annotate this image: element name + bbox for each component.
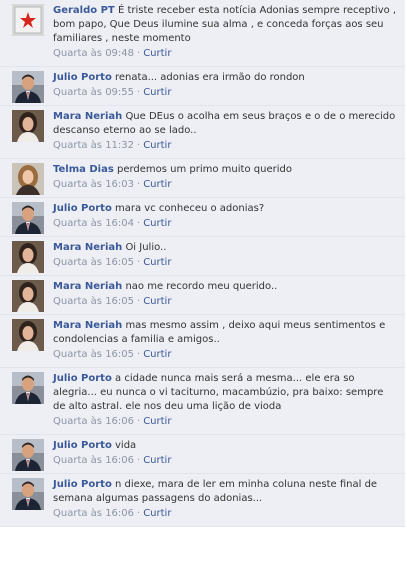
separator: ·: [137, 48, 141, 59]
separator: ·: [137, 218, 141, 229]
comment-text: Telma Dias perdemos um primo muito queri…: [53, 163, 399, 177]
comment-meta: Quarta às 09:55 · Curtir: [53, 86, 399, 100]
man-suit-avatar[interactable]: [12, 71, 44, 103]
author-link[interactable]: Julio Porto: [53, 440, 112, 451]
comment: Julio Porto vida Quarta às 16:06 · Curtir: [0, 435, 405, 474]
comment: Julio Porto n diexe, mara de ler em minh…: [0, 474, 405, 527]
comment: Mara Neriah mas mesmo assim , deixo aqui…: [0, 315, 405, 368]
timestamp[interactable]: Quarta às 11:32: [53, 140, 134, 151]
comment-body: perdemos um primo muito querido: [116, 164, 292, 175]
like-link[interactable]: Curtir: [143, 296, 171, 307]
author-link[interactable]: Julio Porto: [53, 373, 112, 384]
author-link[interactable]: Mara Neriah: [53, 242, 122, 253]
comment: Mara Neriah Oi Julio.. Quarta às 16:05 · C…: [0, 237, 405, 276]
author-link[interactable]: Mara Neriah: [53, 281, 122, 292]
comment-text: Julio Porto n diexe, mara de ler em minh…: [53, 478, 399, 506]
comment-body: mara vc conheceu o adonias?: [115, 203, 265, 214]
woman-avatar[interactable]: [12, 241, 44, 273]
author-link[interactable]: Mara Neriah: [53, 320, 122, 331]
timestamp[interactable]: Quarta às 16:06: [53, 455, 134, 466]
comment-meta: Quarta às 16:06 · Curtir: [53, 415, 399, 429]
comment-text: Julio Porto mara vc conheceu o adonias?: [53, 202, 399, 216]
timestamp[interactable]: Quarta às 16:04: [53, 218, 134, 229]
comment: Telma Dias perdemos um primo muito queri…: [0, 159, 405, 198]
timestamp[interactable]: Quarta às 09:55: [53, 87, 134, 98]
comment-text: Geraldo PT É triste receber esta notícia…: [53, 4, 399, 46]
separator: ·: [137, 416, 141, 427]
man-suit-avatar[interactable]: [12, 478, 44, 510]
comment: Julio Porto mara vc conheceu o adonias? …: [0, 198, 405, 237]
like-link[interactable]: Curtir: [143, 48, 171, 59]
woman-avatar[interactable]: [12, 280, 44, 312]
comment: Julio Porto renata... adonias era irmão …: [0, 67, 405, 106]
comment: Mara Neriah nao me recordo meu querido..…: [0, 276, 405, 315]
like-link[interactable]: Curtir: [143, 140, 171, 151]
comment-body: vida: [115, 440, 137, 451]
timestamp[interactable]: Quarta às 16:06: [53, 508, 134, 519]
comment-meta: Quarta às 16:04 · Curtir: [53, 217, 399, 231]
woman-avatar[interactable]: [12, 319, 44, 351]
like-link[interactable]: Curtir: [143, 508, 171, 519]
author-link[interactable]: Mara Neriah: [53, 111, 122, 122]
comment: Mara Neriah Que DEus o acolha em seus br…: [0, 106, 405, 159]
comment-meta: Quarta às 16:05 · Curtir: [53, 295, 399, 309]
timestamp[interactable]: Quarta às 16:05: [53, 257, 134, 268]
like-link[interactable]: Curtir: [143, 179, 171, 190]
comment-meta: Quarta às 16:03 · Curtir: [53, 178, 399, 192]
like-link[interactable]: Curtir: [143, 349, 171, 360]
separator: ·: [137, 87, 141, 98]
timestamp[interactable]: Quarta às 16:05: [53, 349, 134, 360]
separator: ·: [137, 257, 141, 268]
separator: ·: [137, 455, 141, 466]
author-link[interactable]: Julio Porto: [53, 479, 112, 490]
comment-text: Julio Porto vida: [53, 439, 399, 453]
comment-text: Mara Neriah mas mesmo assim , deixo aqui…: [53, 319, 399, 347]
comment-meta: Quarta às 16:05 · Curtir: [53, 348, 399, 362]
comment-meta: Quarta às 11:32 · Curtir: [53, 139, 399, 153]
like-link[interactable]: Curtir: [143, 416, 171, 427]
separator: ·: [137, 140, 141, 151]
separator: ·: [137, 179, 141, 190]
comment-text: Mara Neriah Que DEus o acolha em seus br…: [53, 110, 399, 138]
timestamp[interactable]: Quarta às 16:05: [53, 296, 134, 307]
comment-meta: Quarta às 09:48 · Curtir: [53, 47, 399, 61]
author-link[interactable]: Julio Porto: [53, 203, 112, 214]
comment-text: Julio Porto renata... adonias era irmão …: [53, 71, 399, 85]
comment-meta: Quarta às 16:06 · Curtir: [53, 454, 399, 468]
man-suit-avatar[interactable]: [12, 202, 44, 234]
like-link[interactable]: Curtir: [143, 218, 171, 229]
comment-body: Oi Julio..: [125, 242, 167, 253]
comment-text: Julio Porto a cidade nunca mais será a m…: [53, 372, 399, 414]
timestamp[interactable]: Quarta às 09:48: [53, 48, 134, 59]
timestamp[interactable]: Quarta às 16:06: [53, 416, 134, 427]
comment-body: nao me recordo meu querido..: [125, 281, 278, 292]
comment-text: Mara Neriah Oi Julio..: [53, 241, 399, 255]
separator: ·: [137, 349, 141, 360]
separator: ·: [137, 296, 141, 307]
author-link[interactable]: Geraldo PT: [53, 5, 115, 16]
comment-body: renata... adonias era irmão do rondon: [115, 72, 305, 83]
author-link[interactable]: Julio Porto: [53, 72, 112, 83]
flag-avatar[interactable]: [12, 4, 44, 36]
comment: Julio Porto a cidade nunca mais será a m…: [0, 368, 405, 435]
comment-meta: Quarta às 16:05 · Curtir: [53, 256, 399, 270]
like-link[interactable]: Curtir: [143, 257, 171, 268]
comment-meta: Quarta às 16:06 · Curtir: [53, 507, 399, 521]
like-link[interactable]: Curtir: [143, 455, 171, 466]
comment: Geraldo PT É triste receber esta notícia…: [0, 0, 405, 67]
timestamp[interactable]: Quarta às 16:03: [53, 179, 134, 190]
man-suit-avatar[interactable]: [12, 439, 44, 471]
comment-text: Mara Neriah nao me recordo meu querido..: [53, 280, 399, 294]
comment-list: Geraldo PT É triste receber esta notícia…: [0, 0, 405, 527]
man-suit-avatar[interactable]: [12, 372, 44, 404]
like-link[interactable]: Curtir: [143, 87, 171, 98]
author-link[interactable]: Telma Dias: [53, 164, 114, 175]
separator: ·: [137, 508, 141, 519]
woman-avatar[interactable]: [12, 110, 44, 142]
woman-blonde-avatar[interactable]: [12, 163, 44, 195]
